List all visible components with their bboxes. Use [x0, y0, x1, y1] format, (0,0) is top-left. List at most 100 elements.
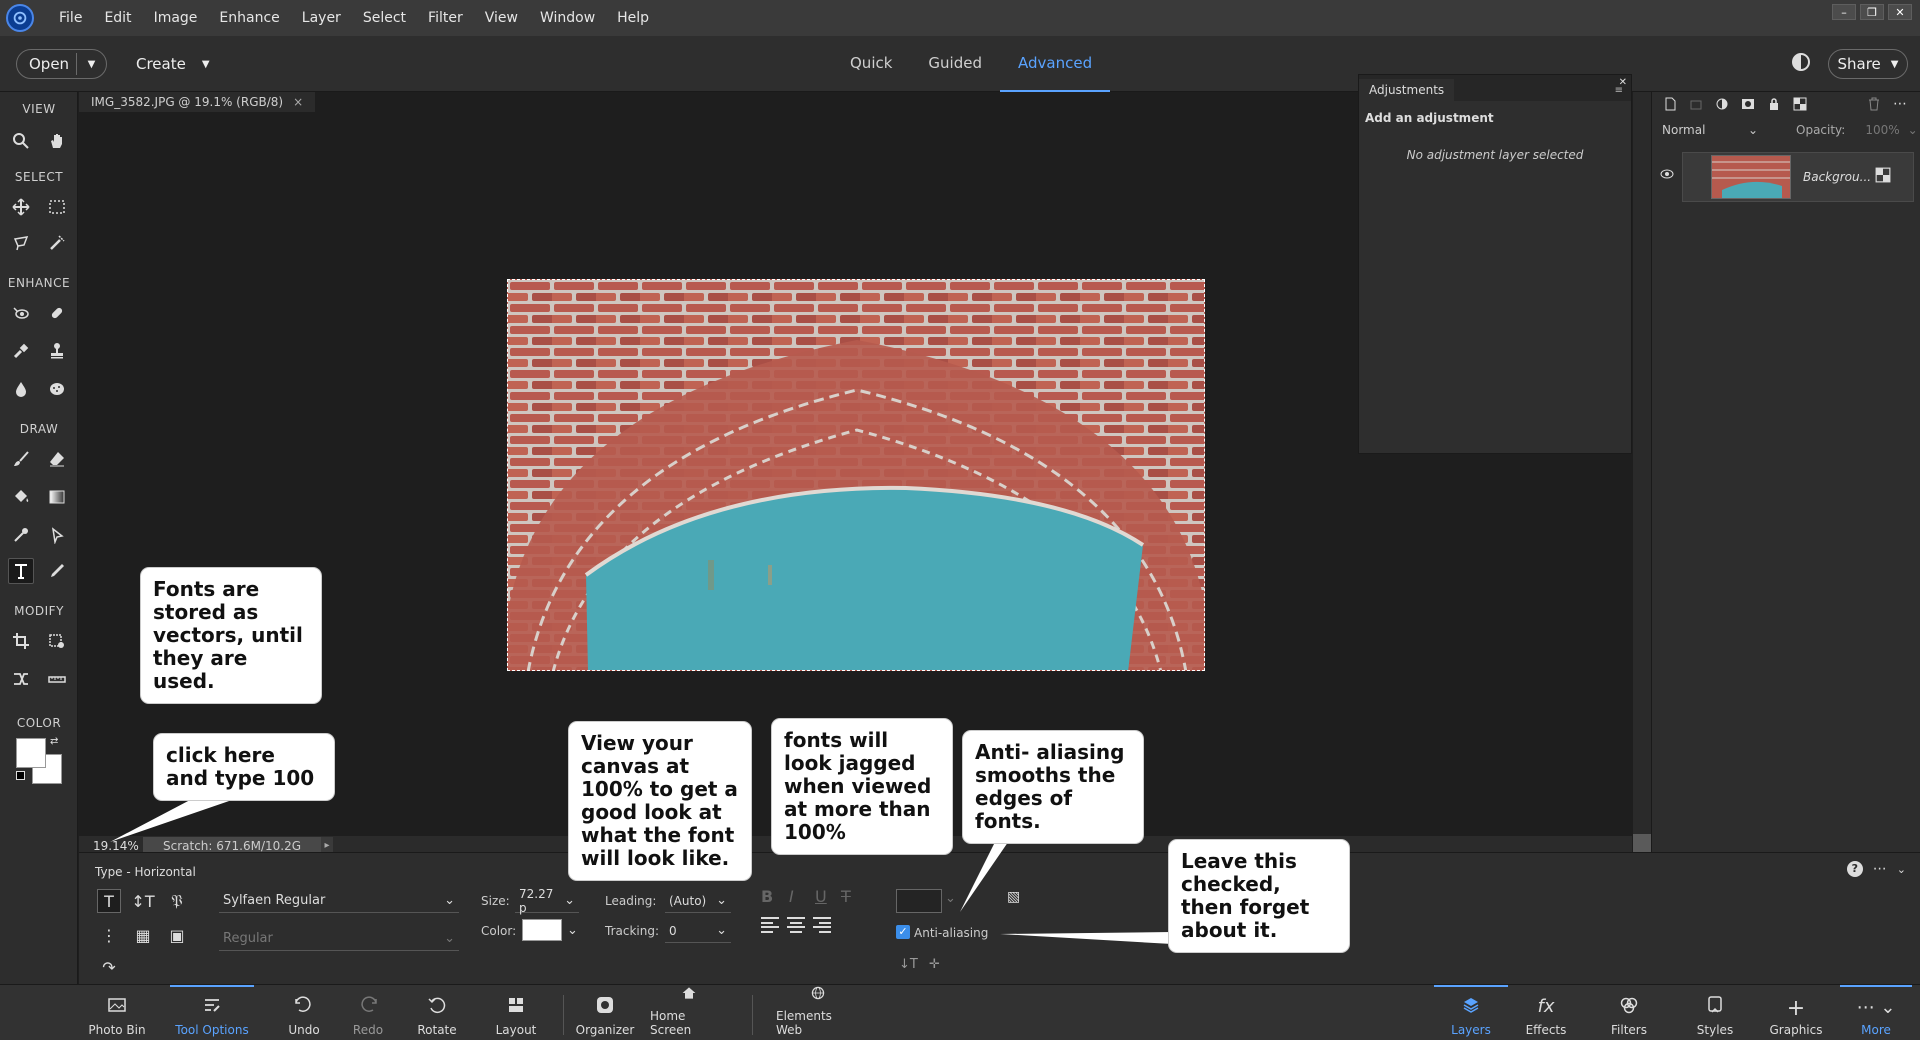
foreground-color-swatch[interactable] — [16, 738, 46, 768]
tab-quick[interactable]: Quick — [832, 36, 910, 92]
bold-icon[interactable]: B — [761, 887, 773, 906]
menu-filter[interactable]: Filter — [417, 0, 474, 36]
sponge-tool-icon[interactable] — [44, 376, 70, 402]
healing-brush-icon[interactable] — [44, 300, 70, 326]
font-family-select[interactable]: Sylfaen Regular ⌄ — [219, 889, 459, 913]
menu-enhance[interactable]: Enhance — [208, 0, 290, 36]
paint-bucket-icon[interactable] — [8, 484, 34, 510]
faux-style-icon[interactable]: ✛ — [929, 957, 940, 972]
vertical-scrollbar[interactable] — [1633, 92, 1651, 838]
chevron-down-icon[interactable]: ⌄ — [567, 923, 578, 938]
recompose-tool-icon[interactable] — [44, 628, 70, 654]
swap-colors-icon[interactable]: ⇄ — [50, 736, 58, 747]
marquee-tool-icon[interactable] — [44, 194, 70, 220]
text-on-path-icon[interactable]: ↷ — [97, 955, 121, 979]
layers-button[interactable]: Layers — [1434, 985, 1508, 1040]
lock-icon[interactable] — [1766, 96, 1782, 112]
blend-mode-select[interactable]: Normal ⌄ — [1662, 123, 1764, 137]
text-color-swatch[interactable] — [522, 919, 562, 941]
visibility-eye-icon[interactable] — [1660, 168, 1674, 183]
font-style-select[interactable]: Regular ⌄ — [219, 927, 459, 951]
align-right-icon[interactable] — [813, 917, 831, 933]
underline-icon[interactable]: U — [815, 887, 827, 906]
custom-shape-icon[interactable] — [44, 522, 70, 548]
filters-button[interactable]: Filters — [1604, 985, 1654, 1040]
more-button[interactable]: ⋯ ⌄ More — [1840, 985, 1912, 1040]
adjustment-layer-icon[interactable] — [1714, 96, 1730, 112]
lasso-tool-icon[interactable] — [8, 230, 34, 256]
chevron-down-icon[interactable]: ▼ — [77, 59, 106, 70]
open-button[interactable]: Open ▼ — [16, 49, 107, 79]
canvas-image[interactable] — [507, 279, 1205, 671]
warp-text-icon[interactable]: ▧ — [1007, 889, 1020, 905]
trash-icon[interactable] — [1866, 96, 1882, 112]
document-tab[interactable]: IMG_3582.JPG @ 19.1% (RGB/8) × — [79, 92, 316, 112]
menu-image[interactable]: Image — [143, 0, 209, 36]
create-button[interactable]: Create ▼ — [136, 49, 210, 79]
tool-options-button[interactable]: Tool Options — [170, 985, 254, 1040]
menu-layer[interactable]: Layer — [291, 0, 352, 36]
tab-advanced[interactable]: Advanced — [1000, 36, 1111, 92]
share-button[interactable]: Share ▼ — [1828, 49, 1908, 79]
graphics-button[interactable]: + Graphics — [1768, 985, 1824, 1040]
blur-tool-icon[interactable] — [8, 376, 34, 402]
layer-mask-icon[interactable] — [1740, 96, 1756, 112]
menu-window[interactable]: Window — [529, 0, 606, 36]
undo-button[interactable]: Undo — [284, 985, 324, 1040]
horizontal-type-icon[interactable]: T — [97, 889, 121, 913]
align-left-icon[interactable] — [761, 917, 779, 933]
strikethrough-icon[interactable]: T — [841, 887, 851, 906]
elements-web-button[interactable]: Elements Web — [776, 985, 860, 1040]
close-icon[interactable]: ✕ — [1888, 4, 1912, 20]
crop-tool-icon[interactable] — [8, 628, 34, 654]
menu-view[interactable]: View — [474, 0, 529, 36]
menu-file[interactable]: File — [48, 0, 93, 36]
layer-row-background[interactable]: Backgrou... — [1682, 152, 1914, 202]
new-group-icon[interactable] — [1688, 96, 1704, 112]
brush-tool-icon[interactable] — [8, 446, 34, 472]
text-on-shape-icon[interactable]: ▣ — [165, 923, 189, 947]
chevron-down-icon[interactable]: ⌄ — [945, 891, 956, 906]
horizontal-type-mask-icon[interactable]: 𝔓 — [165, 889, 189, 913]
rotate-button[interactable]: Rotate — [414, 985, 460, 1040]
font-size-select[interactable]: 72.27 p ⌄ — [515, 887, 579, 915]
menu-help[interactable]: Help — [606, 0, 660, 36]
straighten-tool-icon[interactable] — [44, 666, 70, 692]
close-tab-icon[interactable]: × — [293, 95, 303, 109]
smart-brush-icon[interactable] — [8, 338, 34, 364]
eraser-tool-icon[interactable] — [44, 446, 70, 472]
text-orientation-icon[interactable]: ↓T — [899, 957, 918, 972]
chevron-down-icon[interactable]: ⌄ — [1908, 123, 1918, 137]
anti-aliasing-checkbox[interactable]: ✓ — [896, 925, 910, 939]
vertical-type-mask-icon[interactable]: ⋮ — [97, 923, 121, 947]
styles-button[interactable]: Styles — [1692, 985, 1738, 1040]
restore-icon[interactable]: ❐ — [1860, 4, 1884, 20]
minimize-icon[interactable]: – — [1832, 4, 1856, 20]
align-center-icon[interactable] — [787, 917, 805, 933]
clone-stamp-icon[interactable] — [44, 338, 70, 364]
text-highlight-swatch[interactable] — [896, 889, 942, 913]
lock-transparency-icon[interactable] — [1792, 96, 1808, 112]
type-tool-icon[interactable] — [8, 558, 34, 584]
hand-tool-icon[interactable] — [44, 128, 70, 154]
panel-menu-icon[interactable]: ≡ — [1615, 85, 1623, 96]
more-options-icon[interactable]: ⋯ — [1892, 96, 1908, 112]
redo-button[interactable]: Redo — [348, 985, 388, 1040]
chevron-down-icon[interactable]: ⌄ — [1897, 863, 1906, 876]
zoom-level-field[interactable]: 19.14% — [79, 839, 143, 853]
gradient-tool-icon[interactable] — [44, 484, 70, 510]
default-colors-icon[interactable] — [16, 771, 25, 780]
menu-select[interactable]: Select — [352, 0, 417, 36]
more-options-icon[interactable]: ⋯ — [1873, 861, 1887, 877]
eyedropper-icon[interactable] — [8, 522, 34, 548]
tracking-select[interactable]: 0 ⌄ — [665, 919, 731, 943]
opacity-value[interactable]: 100% — [1865, 123, 1899, 137]
layout-button[interactable]: Layout — [494, 985, 538, 1040]
help-icon[interactable]: ? — [1846, 861, 1863, 877]
vertical-type-icon[interactable]: ↕T — [131, 889, 155, 913]
pencil-tool-icon[interactable] — [44, 558, 70, 584]
tab-guided[interactable]: Guided — [910, 36, 1000, 92]
theme-contrast-icon[interactable] — [1792, 53, 1810, 71]
effects-button[interactable]: fx Effects — [1524, 985, 1568, 1040]
adjustments-tab[interactable]: Adjustments — [1359, 79, 1455, 101]
